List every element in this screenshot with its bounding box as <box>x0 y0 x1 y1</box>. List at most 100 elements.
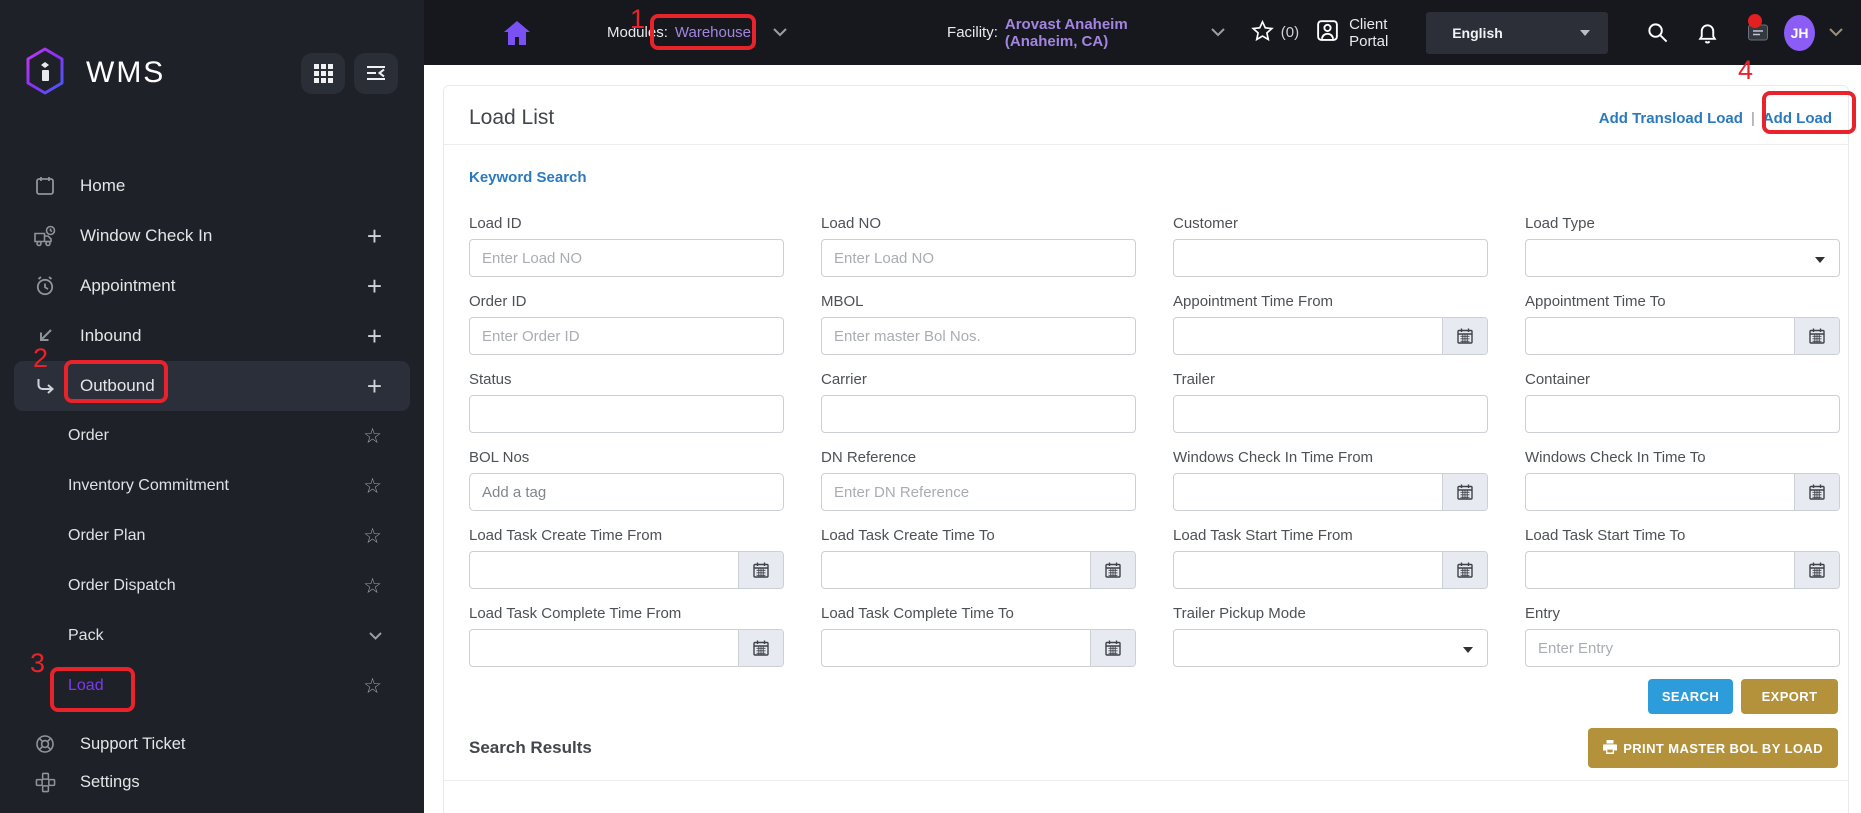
expand-plus-icon[interactable]: + <box>367 323 382 349</box>
input-load-task-create-time-to[interactable] <box>822 552 1090 588</box>
input-carrier[interactable] <box>822 396 1135 432</box>
input-order-id[interactable] <box>470 318 783 354</box>
input-bol-nos[interactable] <box>470 474 783 510</box>
module-chevron-down-icon[interactable] <box>773 28 787 37</box>
calendar-icon[interactable] <box>1794 318 1839 354</box>
input-load-task-create-time-from[interactable] <box>470 552 738 588</box>
input-trailer[interactable] <box>1174 396 1487 432</box>
results-divider <box>444 780 1848 781</box>
input-load-no[interactable] <box>822 240 1135 276</box>
favorite-star-icon[interactable]: ☆ <box>363 576 382 597</box>
sidebar-item-pack[interactable]: Pack <box>0 611 424 661</box>
sidebar-item-settings[interactable]: Settings <box>0 763 424 801</box>
client-portal-button[interactable]: Client Portal <box>1315 16 1414 50</box>
alarm-icon <box>33 275 57 297</box>
apps-grid-button[interactable] <box>301 52 345 94</box>
form-field-trailer: Trailer <box>1173 371 1488 433</box>
favorite-star-icon[interactable]: ☆ <box>363 476 382 497</box>
topbar: Modules: Warehouse Facility: Arovast Ana… <box>424 0 1861 65</box>
language-select[interactable]: English <box>1426 11 1609 54</box>
sidebar-item-order-plan[interactable]: Order Plan ☆ <box>0 511 424 561</box>
sidebar-item-label: Outbound <box>80 376 155 395</box>
module-selector[interactable]: Warehouse <box>675 24 751 41</box>
select-caret-down-icon <box>1815 257 1825 263</box>
input-appointment-time-to[interactable] <box>1526 318 1794 354</box>
form-field-load-type: Load Type <box>1525 215 1840 277</box>
print-master-bol-button[interactable]: PRINT MASTER BOL BY LOAD <box>1588 728 1838 768</box>
search-results-heading: Search Results <box>469 738 592 757</box>
sidebar-item-inbound[interactable]: Inbound + <box>0 311 424 361</box>
field-label: Load ID <box>469 215 522 232</box>
field-label: Container <box>1525 371 1591 388</box>
input-dn-reference[interactable] <box>822 474 1135 510</box>
export-button[interactable]: EXPORT <box>1741 679 1838 714</box>
sidebar-item-outbound[interactable]: Outbound + <box>14 361 410 411</box>
input-customer[interactable] <box>1174 240 1487 276</box>
expand-plus-icon[interactable]: + <box>367 373 382 399</box>
sidebar-item-order-dispatch[interactable]: Order Dispatch ☆ <box>0 561 424 611</box>
select-caret-down-icon <box>1463 647 1473 653</box>
sidebar-item-inventory-commitment[interactable]: Inventory Commitment ☆ <box>0 461 424 511</box>
add-load-link[interactable]: Add Load <box>1763 110 1832 127</box>
favorite-star-icon[interactable]: ☆ <box>363 526 382 547</box>
calendar-icon[interactable] <box>1090 552 1135 588</box>
field-label: Appointment Time From <box>1173 293 1334 310</box>
sidebar-item-appointment[interactable]: Appointment + <box>0 261 424 311</box>
calendar-icon[interactable] <box>1090 630 1135 666</box>
user-menu-chevron-down-icon[interactable] <box>1829 28 1843 37</box>
chevron-down-icon[interactable] <box>369 632 382 640</box>
calendar-icon[interactable] <box>1794 552 1839 588</box>
collapse-menu-button[interactable] <box>354 52 398 94</box>
form-field-customer: Customer <box>1173 215 1488 277</box>
calendar-icon[interactable] <box>1442 552 1487 588</box>
search-icon[interactable] <box>1646 21 1669 44</box>
input-load-task-complete-time-from[interactable] <box>470 630 738 666</box>
arrow-inbound-icon <box>33 325 57 347</box>
input-appointment-time-from[interactable] <box>1174 318 1442 354</box>
calendar-icon[interactable] <box>738 630 783 666</box>
input-load-task-start-time-from[interactable] <box>1174 552 1442 588</box>
calendar-icon[interactable] <box>1442 474 1487 510</box>
input-entry[interactable] <box>1526 630 1839 666</box>
sidebar-item-home[interactable]: Home <box>0 161 424 211</box>
sidebar-item-label: Inventory Commitment <box>68 477 229 494</box>
calendar-icon[interactable] <box>738 552 783 588</box>
input-windows-check-in-time-to[interactable] <box>1526 474 1794 510</box>
sidebar-item-load[interactable]: Load ☆ <box>0 661 424 711</box>
sidebar-item-window-check-in[interactable]: Window Check In + <box>0 211 424 261</box>
sidebar-item-order[interactable]: Order ☆ <box>0 411 424 461</box>
home-icon[interactable] <box>504 20 530 45</box>
expand-plus-icon[interactable]: + <box>367 273 382 299</box>
calendar-icon[interactable] <box>1794 474 1839 510</box>
input-load-id[interactable] <box>470 240 783 276</box>
sidebar-item-support-ticket[interactable]: Support Ticket <box>0 725 424 763</box>
sidebar-item-label: Appointment <box>80 276 176 295</box>
modules-label: Modules: <box>607 24 668 41</box>
app-window: WMS Home Window Check In + Appointment + Inbo… <box>0 0 1861 813</box>
truck-clock-icon <box>33 225 57 248</box>
facility-selector[interactable]: Arovast Anaheim (Anaheim, CA) <box>1005 16 1189 50</box>
select-trailer-pickup-mode[interactable] <box>1173 629 1488 667</box>
input-load-task-complete-time-to[interactable] <box>822 630 1090 666</box>
expand-plus-icon[interactable]: + <box>367 223 382 249</box>
input-status[interactable] <box>470 396 783 432</box>
favorite-star-icon[interactable]: ☆ <box>363 426 382 447</box>
input-mbol[interactable] <box>822 318 1135 354</box>
printer-icon <box>1603 739 1618 757</box>
input-load-task-start-time-to[interactable] <box>1526 552 1794 588</box>
add-transload-load-link[interactable]: Add Transload Load <box>1599 110 1743 127</box>
input-windows-check-in-time-from[interactable] <box>1174 474 1442 510</box>
select-load-type[interactable] <box>1525 239 1840 277</box>
search-button[interactable]: SEARCH <box>1648 679 1733 714</box>
favorites-button[interactable]: (0) <box>1250 19 1299 46</box>
favorite-star-icon[interactable]: ☆ <box>363 676 382 697</box>
link-separator: | <box>1750 109 1755 127</box>
facility-chevron-down-icon[interactable] <box>1211 28 1225 37</box>
sidebar-item-label: Pack <box>68 627 104 644</box>
user-avatar[interactable]: JH <box>1784 14 1815 51</box>
notifications-bell-icon[interactable] <box>1696 21 1719 44</box>
sidebar-item-label: Home <box>80 176 126 195</box>
input-container[interactable] <box>1526 396 1839 432</box>
messages-icon[interactable] <box>1746 13 1770 44</box>
calendar-icon[interactable] <box>1442 318 1487 354</box>
